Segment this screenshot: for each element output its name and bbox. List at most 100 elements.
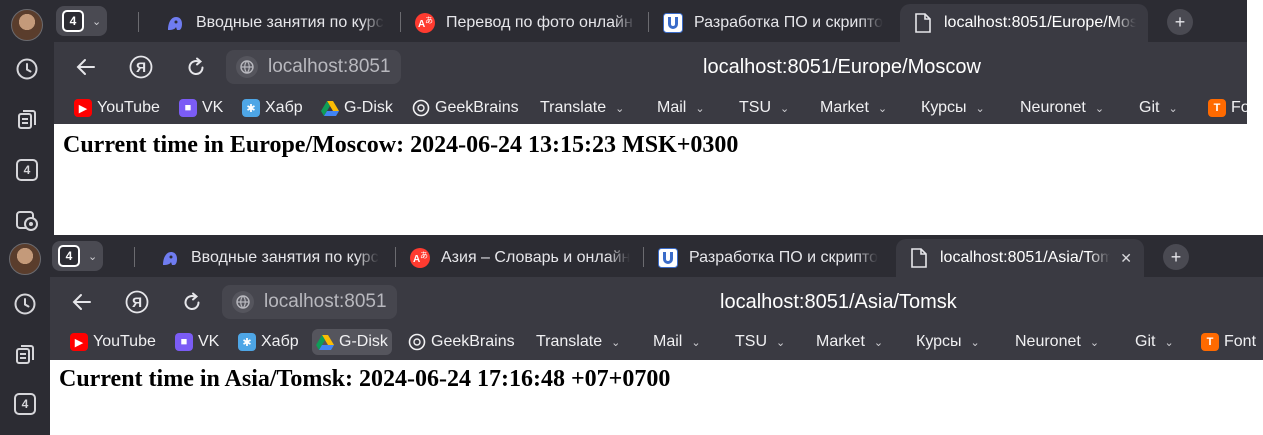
tab-separator [400,12,401,32]
bookmark-label: GeekBrains [435,99,519,116]
bookmark-folder-courses[interactable]: Курсы ⌄ [917,95,989,121]
discord-like-icon [164,12,186,34]
reload-button[interactable] [180,290,204,314]
page-icon [908,247,930,269]
gdrive-icon [321,99,339,117]
browser-sidebar: 4 [0,0,54,235]
bookmark-label: Git [1135,333,1156,350]
bookmark-folder-translate[interactable]: Translate ⌄ [532,329,624,355]
bookmark-label: Market [820,99,869,116]
tab-counter-button[interactable]: 4 ⌄ [56,6,108,36]
bookmark-label: YouTube [93,333,156,350]
tabs-count-button[interactable]: 4 [0,153,54,187]
tab-1[interactable]: Вводные занятия по курс [152,4,400,42]
bookmark-habr[interactable]: ✱ Хабр [238,95,307,121]
bookmark-folder-courses[interactable]: Курсы ⌄ [912,329,984,355]
back-button[interactable] [70,290,94,314]
tab-label: Разработка ПО и скрипто [694,14,884,31]
new-tab-button[interactable]: + [1163,244,1189,270]
yandex-button[interactable]: Я [129,55,153,79]
bookmark-folder-tsu[interactable]: TSU ⌄ [731,329,789,355]
avatar [9,243,41,275]
tab-3[interactable]: Разработка ПО и скрипто [650,4,898,42]
tab-active[interactable]: localhost:8051/Europe/Moscow [900,4,1148,42]
habr-icon: ✱ [242,99,260,117]
site-info-pill[interactable]: localhost:8051 [226,50,401,84]
bookmark-vk[interactable]: ■ VK [175,95,227,121]
chevron-down-icon: ⌄ [776,336,786,349]
tab-label: Разработка ПО и скрипто [689,249,879,266]
svg-text:あ: あ [420,251,428,260]
bookmark-label: Neuronet [1015,333,1081,350]
bookmark-vk[interactable]: ■ VK [171,329,223,355]
bookmark-folder-git[interactable]: Git ⌄ [1131,329,1178,355]
tab-bar: 4 ⌄ Вводные занятия по курс Aあ Перевод п… [54,0,1247,42]
bookmark-label: G-Disk [339,333,388,350]
bookmark-label: GeekBrains [431,333,515,350]
back-button[interactable] [74,55,98,79]
collections-button[interactable] [0,102,54,136]
bookmark-gdisk[interactable]: G-Disk [317,95,397,121]
bookmark-geekbrains[interactable]: GeekBrains [408,95,523,121]
chevron-down-icon: ⌄ [1164,336,1174,349]
bookmark-folder-neuronet[interactable]: Neuronet ⌄ [1011,329,1103,355]
bookmark-label: G-Disk [344,99,393,116]
bookmark-folder-market[interactable]: Market ⌄ [812,329,887,355]
tab-active[interactable]: localhost:8051/Asia/Tomsk ✕ [896,239,1144,277]
bookmark-folder-mail[interactable]: Mail ⌄ [649,329,705,355]
tab-label: Вводные занятия по курс [196,14,384,31]
bookmark-gdisk[interactable]: G-Disk [312,329,392,355]
new-tab-button[interactable]: + [1167,9,1193,35]
plus-icon: + [1174,11,1186,32]
svg-text:Я: Я [136,59,146,75]
profile-avatar[interactable] [0,8,54,42]
bookmark-label: Market [816,333,865,350]
reload-icon [188,57,204,75]
bookmark-label: YouTube [97,99,160,116]
translate-icon: Aあ [414,12,436,34]
collections-icon [18,110,36,129]
tab-label: Азия – Словарь и онлайн [441,249,631,266]
bookmarks-bar: ▶ YouTube ■ VK ✱ Хабр G-Disk GeekBrains Tra… [50,326,1263,360]
history-button[interactable] [0,287,50,321]
bookmark-label: Font [1224,333,1257,350]
tab-3[interactable]: Разработка ПО и скрипто [645,239,893,277]
gdrive-icon [316,333,334,351]
bookmark-habr[interactable]: ✱ Хабр [234,329,303,355]
bookmark-font[interactable]: T Font [1197,329,1260,355]
tab-2[interactable]: Aあ Азия – Словарь и онлайн [397,239,643,277]
tab-count-badge: 4 [14,393,36,415]
bookmark-folder-git[interactable]: Git ⌄ [1135,95,1182,121]
bookmark-folder-market[interactable]: Market ⌄ [816,95,891,121]
vk-icon: ■ [175,333,193,351]
bookmark-youtube[interactable]: ▶ YouTube [66,329,160,355]
bookmark-folder-tsu[interactable]: TSU ⌄ [735,95,793,121]
url-field[interactable]: localhost:8051/Asia/Tomsk [720,291,957,314]
tabs-count-button[interactable]: 4 [0,387,50,421]
globe-icon [232,291,254,313]
tab-counter-button[interactable]: 4 ⌄ [52,241,104,271]
tab-2[interactable]: Aあ Перевод по фото онлайн с [402,4,648,42]
site-info-pill[interactable]: localhost:8051 [222,285,397,319]
bookmark-folder-neuronet[interactable]: Neuronet ⌄ [1016,95,1108,121]
bookmarks-bar: ▶ YouTube ■ VK ✱ Хабр G-Disk GeekBrains Tra… [54,92,1247,124]
bookmark-folder-mail[interactable]: Mail ⌄ [653,95,709,121]
collections-button[interactable] [0,337,50,371]
history-button[interactable] [0,52,54,86]
bookmark-geekbrains[interactable]: GeekBrains [404,329,519,355]
bookmark-label: VK [198,333,220,350]
reload-button[interactable] [184,55,208,79]
bookmark-font[interactable]: T Font [1204,95,1247,121]
chevron-down-icon: ⌄ [1168,102,1178,115]
profile-avatar[interactable] [0,242,50,276]
screenshot-button[interactable] [0,203,54,235]
bookmark-youtube[interactable]: ▶ YouTube [70,95,164,121]
url-field[interactable]: localhost:8051/Europe/Moscow [703,56,981,79]
tab-1[interactable]: Вводные занятия по курс [147,239,395,277]
yandex-button[interactable]: Я [125,290,149,314]
u-logo-icon [657,247,679,269]
page-content: Current time in Asia/Tomsk: 2024-06-24 1… [50,360,1263,435]
bookmark-folder-translate[interactable]: Translate ⌄ [536,95,628,121]
close-icon[interactable]: ✕ [1120,250,1132,267]
url-host: localhost:8051 [264,291,387,312]
